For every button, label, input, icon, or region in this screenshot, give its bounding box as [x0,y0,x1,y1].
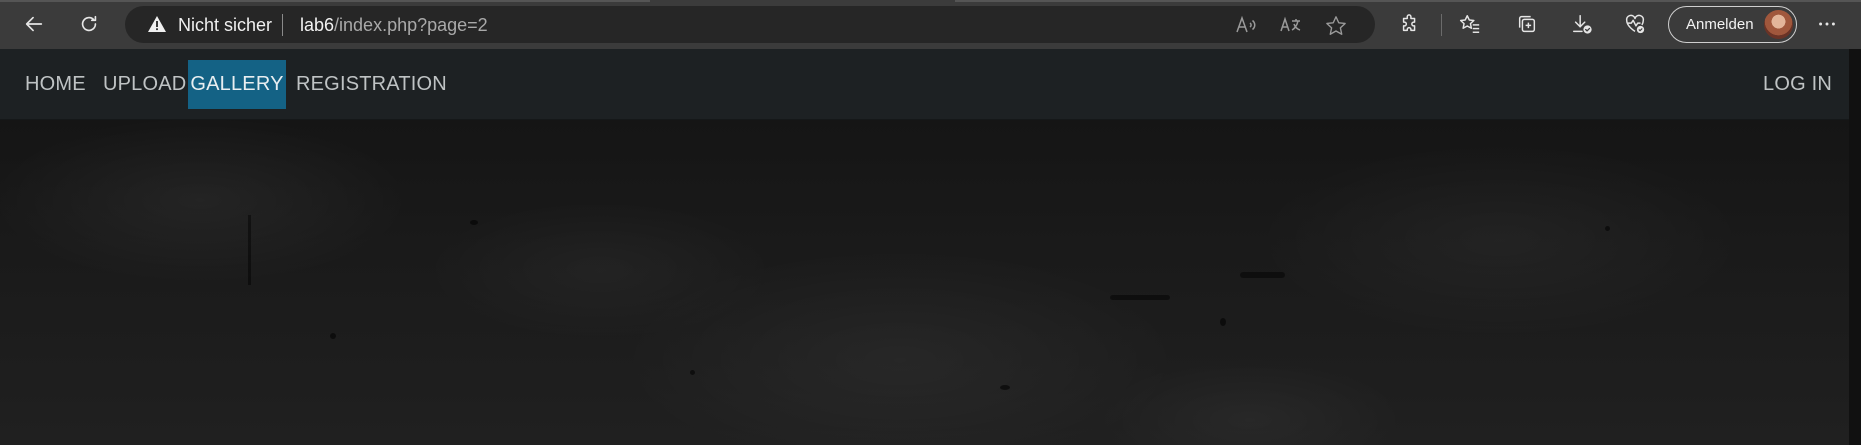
texture-streak [1110,295,1170,300]
collections-icon[interactable] [1508,6,1546,42]
browser-essentials-icon[interactable] [1616,6,1654,42]
refresh-icon[interactable] [70,6,108,42]
texture-streak [1240,272,1285,278]
nav-upload[interactable]: UPLOAD [93,60,196,109]
tab-strip-edge [0,0,650,2]
download-icon[interactable] [1563,6,1601,42]
texture-speck [690,370,695,375]
texture-speck [1605,226,1610,231]
nav-login[interactable]: LOG IN [1753,60,1842,109]
toolbar-divider [1441,14,1442,36]
favorites-list-icon[interactable] [1451,6,1489,42]
texture-speck [1000,385,1010,390]
scrollbar[interactable] [1849,49,1861,445]
page-background [0,120,1849,445]
nav-registration[interactable]: REGISTRATION [286,60,457,109]
url-host: lab6 [300,15,335,35]
more-dots-icon[interactable] [1808,6,1846,42]
address-bar[interactable]: Nicht sicher lab6/index.php?page=2 [125,6,1375,43]
tab-strip-edge [955,0,1861,2]
security-status[interactable]: Nicht sicher [178,15,272,36]
star-icon[interactable] [1323,12,1349,38]
url-path: /index.php?page=2 [334,15,488,35]
nav-home[interactable]: HOME [15,60,96,109]
warning-triangle-icon[interactable] [147,15,167,33]
profile-avatar[interactable] [1764,10,1793,39]
read-aloud-icon[interactable] [1233,12,1259,38]
texture-speck [330,333,336,339]
site-navbar: HOME UPLOAD GALLERY REGISTRATION LOG IN [0,49,1849,120]
url-text[interactable]: lab6/index.php?page=2 [300,15,488,36]
sign-in-button[interactable]: Anmelden [1668,6,1797,43]
texture-speck [1220,318,1226,326]
sign-in-label: Anmelden [1686,16,1754,33]
puzzle-icon[interactable] [1391,6,1429,42]
texture-streak [248,215,251,285]
translate-icon[interactable] [1278,12,1304,38]
browser-toolbar: Nicht sicher lab6/index.php?page=2 Anmel… [0,0,1861,49]
texture-speck [470,220,478,225]
back-arrow-icon[interactable] [15,6,53,42]
address-divider [282,14,283,36]
nav-gallery[interactable]: GALLERY [188,60,286,109]
